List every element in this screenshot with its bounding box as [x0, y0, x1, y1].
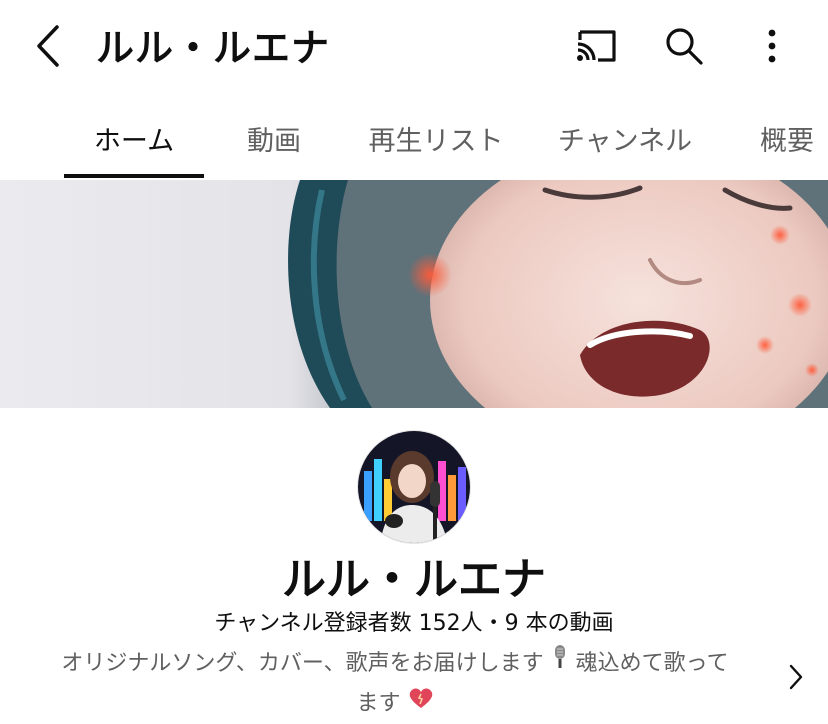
channel-subscriber-video-count: チャンネル登録者数 152人・9 本の動画 [214, 611, 614, 636]
description-expand-button[interactable] [778, 654, 814, 704]
chevron-right-icon [788, 663, 804, 695]
channel-banner [0, 180, 828, 408]
more-options-button[interactable] [746, 22, 798, 74]
channel-name: ルル・ルエナ [282, 554, 546, 605]
back-button[interactable] [22, 22, 74, 74]
tab-playlists[interactable]: 再生リスト [350, 96, 522, 180]
tab-about[interactable]: 概要 [744, 96, 828, 180]
description-text-1-end: 魂込めて歌って [575, 651, 729, 676]
microphone-icon [551, 644, 569, 684]
cast-button[interactable] [570, 22, 622, 74]
tab-channels[interactable]: チャンネル [544, 96, 706, 180]
more-vert-icon [766, 28, 778, 68]
channel-description[interactable]: オリジナルソング、カバー、歌声をお届けします 魂込めて歌って ます [20, 644, 770, 724]
channel-avatar[interactable] [357, 430, 471, 544]
search-icon [664, 26, 704, 70]
tab-videos[interactable]: 動画 [226, 96, 322, 180]
app-bar: ルル・ルエナ [0, 0, 828, 96]
channel-tabs: ホーム 動画 再生リスト チャンネル 概要 [0, 96, 828, 180]
heart-icon [408, 684, 434, 724]
page-title: ルル・ルエナ [96, 26, 331, 70]
tab-home[interactable]: ホーム [64, 96, 204, 180]
description-text-1: オリジナルソング、カバー、歌声をお届けします [61, 651, 544, 676]
description-text-2: ます [356, 691, 401, 716]
chevron-left-icon [33, 23, 63, 73]
search-button[interactable] [658, 22, 710, 74]
cast-icon [574, 28, 618, 68]
active-tab-indicator [64, 174, 204, 178]
